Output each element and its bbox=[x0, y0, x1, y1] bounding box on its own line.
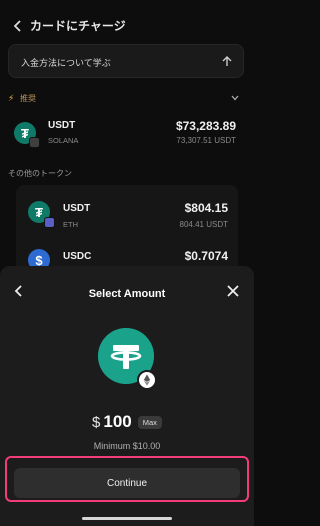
token-symbol: USDT bbox=[48, 120, 76, 131]
token-usd: 804.41 USDT bbox=[179, 220, 228, 229]
learn-deposit-label: 入金方法について学ぶ bbox=[21, 58, 111, 68]
token-symbol: USDT bbox=[63, 203, 91, 214]
eth-badge-icon bbox=[44, 217, 55, 228]
currency-symbol: $ bbox=[92, 413, 101, 431]
token-symbol: USDC bbox=[63, 251, 92, 262]
bolt-icon: ⚡ bbox=[8, 93, 15, 103]
continue-button[interactable]: Continue bbox=[14, 468, 240, 498]
token-usd: 73,307.51 USDT bbox=[176, 136, 236, 145]
sheet-title: Select Amount bbox=[88, 288, 166, 300]
chevron-down-icon bbox=[231, 95, 239, 101]
other-tokens-card: ₮ USDT ETH $804.15 804.41 USDT $ USDC $0… bbox=[16, 185, 238, 275]
token-network: SOLANA bbox=[48, 136, 79, 145]
solana-badge-icon bbox=[29, 137, 40, 148]
recommended-header[interactable]: ⚡ 推奨 bbox=[8, 92, 244, 106]
token-network: ETH bbox=[63, 220, 78, 229]
recommended-label: 推奨 bbox=[20, 94, 36, 103]
select-amount-sheet: Select Amount $ 100 Max Minimum $10.00 C… bbox=[0, 266, 254, 526]
top-bar: カードにチャージ bbox=[0, 14, 254, 38]
home-indicator bbox=[82, 517, 172, 520]
back-icon[interactable] bbox=[10, 18, 26, 34]
token-row[interactable]: ₮ USDT ETH $804.15 804.41 USDT bbox=[16, 185, 238, 229]
arrow-up-icon bbox=[222, 56, 232, 66]
amount-display: $ 100 Max bbox=[0, 411, 254, 433]
token-row[interactable]: ₮ USDT SOLANA $73,283.89 73,307.51 USDT bbox=[8, 114, 244, 154]
minimum-amount-label: Minimum $10.00 bbox=[93, 441, 161, 451]
max-button[interactable]: Max bbox=[137, 415, 162, 429]
ethereum-icon bbox=[137, 370, 157, 390]
close-icon[interactable] bbox=[226, 284, 240, 298]
amount-value[interactable]: 100 bbox=[103, 412, 131, 432]
token-amount: $0.7074 bbox=[184, 249, 228, 263]
other-tokens-label: その他のトークン bbox=[8, 169, 72, 178]
page-title: カードにチャージ bbox=[30, 19, 126, 33]
learn-deposit-button[interactable]: 入金方法について学ぶ bbox=[8, 44, 244, 78]
token-amount: $804.15 bbox=[184, 201, 228, 215]
token-amount: $73,283.89 bbox=[175, 119, 236, 133]
